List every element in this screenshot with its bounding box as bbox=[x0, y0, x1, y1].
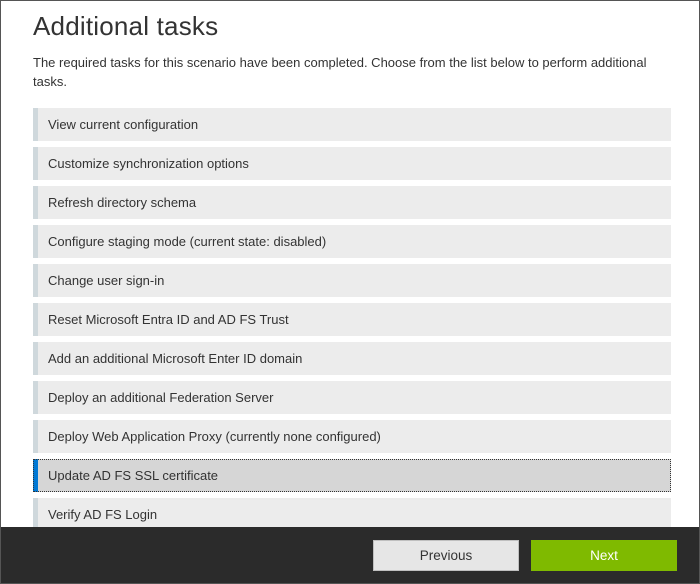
page-description: The required tasks for this scenario hav… bbox=[33, 54, 671, 92]
task-update-adfs-ssl-certificate[interactable]: Update AD FS SSL certificate bbox=[33, 459, 671, 492]
content-area: Additional tasks The required tasks for … bbox=[1, 1, 699, 527]
task-configure-staging-mode[interactable]: Configure staging mode (current state: d… bbox=[33, 225, 671, 258]
task-deploy-web-application-proxy[interactable]: Deploy Web Application Proxy (currently … bbox=[33, 420, 671, 453]
task-label: Add an additional Microsoft Enter ID dom… bbox=[48, 351, 302, 366]
task-label: Change user sign-in bbox=[48, 273, 164, 288]
task-deploy-federation-server[interactable]: Deploy an additional Federation Server bbox=[33, 381, 671, 414]
task-label: Verify AD FS Login bbox=[48, 507, 157, 522]
task-list: View current configuration Customize syn… bbox=[33, 108, 671, 527]
task-view-current-configuration[interactable]: View current configuration bbox=[33, 108, 671, 141]
task-add-additional-entra-domain[interactable]: Add an additional Microsoft Enter ID dom… bbox=[33, 342, 671, 375]
task-refresh-directory-schema[interactable]: Refresh directory schema bbox=[33, 186, 671, 219]
task-label: Update AD FS SSL certificate bbox=[48, 468, 218, 483]
previous-button[interactable]: Previous bbox=[373, 540, 519, 571]
task-label: View current configuration bbox=[48, 117, 198, 132]
task-change-user-sign-in[interactable]: Change user sign-in bbox=[33, 264, 671, 297]
task-label: Deploy Web Application Proxy (currently … bbox=[48, 429, 381, 444]
task-reset-entra-adfs-trust[interactable]: Reset Microsoft Entra ID and AD FS Trust bbox=[33, 303, 671, 336]
task-label: Deploy an additional Federation Server bbox=[48, 390, 273, 405]
task-label: Reset Microsoft Entra ID and AD FS Trust bbox=[48, 312, 289, 327]
next-button[interactable]: Next bbox=[531, 540, 677, 571]
footer-bar: Previous Next bbox=[1, 527, 699, 583]
page-title: Additional tasks bbox=[33, 11, 671, 42]
task-label: Refresh directory schema bbox=[48, 195, 196, 210]
task-verify-adfs-login[interactable]: Verify AD FS Login bbox=[33, 498, 671, 527]
wizard-window: Additional tasks The required tasks for … bbox=[0, 0, 700, 584]
task-customize-synchronization-options[interactable]: Customize synchronization options bbox=[33, 147, 671, 180]
task-label: Configure staging mode (current state: d… bbox=[48, 234, 326, 249]
task-label: Customize synchronization options bbox=[48, 156, 249, 171]
